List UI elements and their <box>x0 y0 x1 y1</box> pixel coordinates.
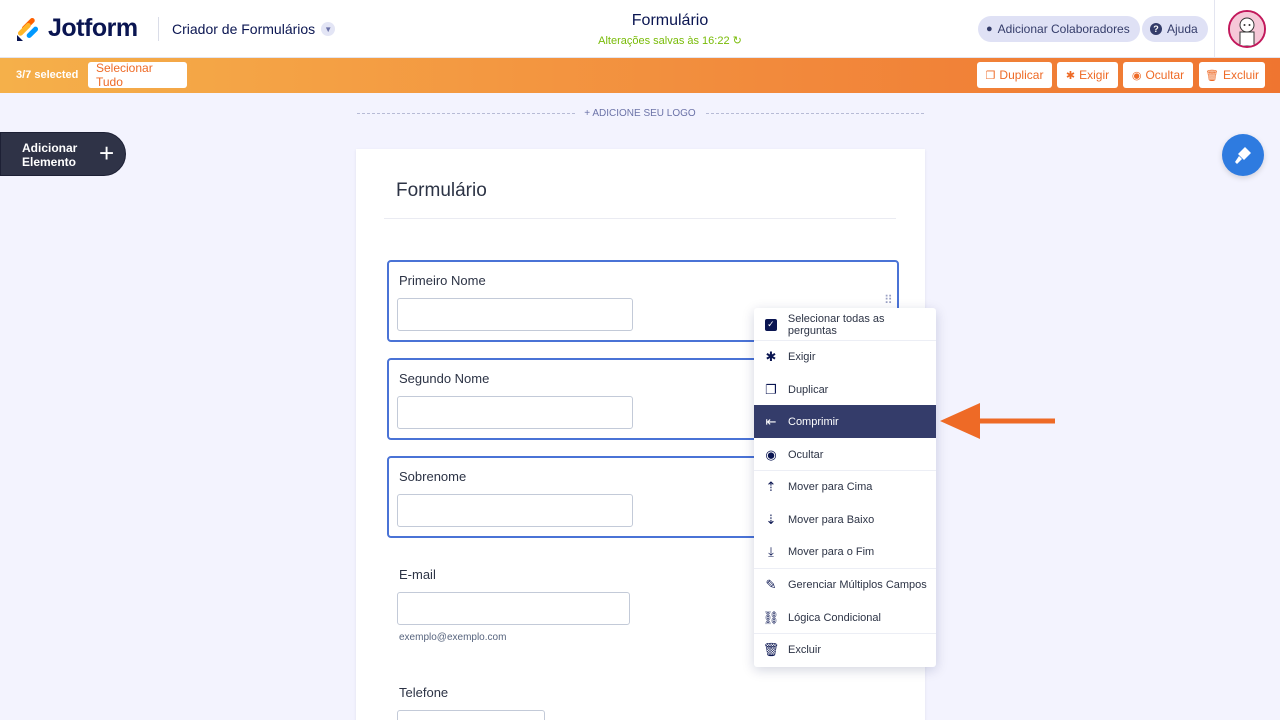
jotform-logo-icon <box>17 17 39 41</box>
saved-status-text: Alterações salvas às 16:22 <box>598 35 730 47</box>
add-element-button[interactable]: Adicionar Elemento + <box>0 132 126 176</box>
duplicate-button[interactable]: ❐ Duplicar <box>977 62 1052 88</box>
field-label[interactable]: E-mail <box>399 567 436 582</box>
history-icon[interactable]: ↻ <box>733 35 742 47</box>
logo-text: Jotform <box>48 14 138 42</box>
shrink-icon: ⇤ <box>765 413 777 429</box>
help-label: Ajuda <box>1167 22 1198 36</box>
text-input[interactable] <box>397 396 633 429</box>
help-button[interactable]: ? Ajuda <box>1142 16 1208 42</box>
selection-toolbar: 3/7 selected Selecionar Tudo ❐ Duplicar … <box>0 58 1280 93</box>
field-label[interactable]: Sobrenome <box>399 469 466 484</box>
add-collaborators-label: Adicionar Colaboradores <box>997 22 1130 36</box>
menu-item-move-up[interactable]: ⇡ Mover para Cima <box>754 470 936 503</box>
delete-label: Excluir <box>1222 68 1259 82</box>
user-icon: ● <box>986 23 993 35</box>
menu-item-label: Lógica Condicional <box>788 611 881 624</box>
menu-item-duplicate[interactable]: ❐ Duplicar <box>754 373 936 406</box>
form-title[interactable]: Formulário <box>520 12 820 30</box>
add-element-line1: Adicionar <box>22 141 78 155</box>
menu-item-label: Gerenciar Múltiplos Campos <box>788 578 927 591</box>
builder-dropdown[interactable]: Criador de Formulários ▼ <box>172 21 336 37</box>
add-element-label: Adicionar Elemento <box>22 141 77 169</box>
menu-item-label: Mover para Baixo <box>788 513 875 526</box>
menu-item-conditional-logic[interactable]: ⛓ Lógica Condicional <box>754 601 936 634</box>
field-label[interactable]: Telefone <box>399 685 448 700</box>
text-input[interactable] <box>397 298 633 331</box>
chevron-down-icon: ▼ <box>321 22 336 36</box>
menu-item-shrink[interactable]: ⇤ Comprimir <box>754 405 936 438</box>
menu-item-label: Mover para Cima <box>788 480 873 493</box>
form-designer-button[interactable] <box>1222 134 1264 176</box>
require-button[interactable]: ✱ Exigir <box>1057 62 1118 88</box>
builder-label: Criador de Formulários <box>172 21 316 37</box>
menu-item-label: Ocultar <box>788 448 824 461</box>
text-input[interactable] <box>397 494 633 527</box>
avatar-area <box>1214 0 1280 58</box>
menu-item-label: Selecionar todas as perguntas <box>787 312 885 337</box>
move-up-icon: ⇡ <box>765 478 777 494</box>
menu-item-label: Excluir <box>788 643 822 656</box>
logo-line-right <box>706 113 924 114</box>
avatar-image-icon <box>1230 12 1264 46</box>
move-down-icon: ⇣ <box>765 511 777 527</box>
heading-divider <box>384 218 896 219</box>
eye-off-icon: ◉ <box>1131 69 1142 82</box>
annotation-arrow-icon <box>940 403 1055 439</box>
menu-item-move-down[interactable]: ⇣ Mover para Baixo <box>754 503 936 536</box>
menu-item-require[interactable]: ✱ Exigir <box>754 340 936 373</box>
delete-button[interactable]: 🗑 Excluir <box>1199 62 1265 88</box>
trash-icon: 🗑 <box>1205 69 1219 82</box>
asterisk-icon: ✱ <box>1065 69 1076 82</box>
move-end-icon: ⤓ <box>768 543 774 559</box>
jotform-logo[interactable]: Jotform <box>16 14 138 43</box>
logic-icon: ⛓ <box>762 609 780 625</box>
trash-icon: 🗑 <box>762 641 780 657</box>
select-all-button[interactable]: Selecionar Tudo <box>88 61 187 89</box>
field-telefone[interactable]: Telefone <box>387 672 899 720</box>
menu-item-delete[interactable]: 🗑 Excluir <box>754 633 936 666</box>
form-heading[interactable]: Formulário <box>396 180 487 202</box>
menu-item-hide[interactable]: ◉ Ocultar <box>754 438 936 471</box>
menu-item-manage-fields[interactable]: ✎ Gerenciar Múltiplos Campos <box>754 568 936 601</box>
menu-item-label: Comprimir <box>788 415 839 428</box>
add-element-line2: Elemento <box>22 155 77 169</box>
selection-count: 3/7 selected <box>16 69 79 81</box>
pencil-icon: ✎ <box>765 576 777 592</box>
help-icon: ? <box>1150 23 1162 35</box>
field-label[interactable]: Segundo Nome <box>399 371 489 386</box>
menu-item-label: Exigir <box>788 350 816 363</box>
eye-off-icon: ◉ <box>765 446 777 462</box>
checkbox-icon: ✓ <box>754 318 788 331</box>
drag-handle-icon[interactable]: ⠿ <box>884 294 894 306</box>
field-label[interactable]: Primeiro Nome <box>399 273 486 288</box>
header-divider <box>158 17 159 41</box>
duplicate-icon: ❐ <box>985 69 996 82</box>
hide-button[interactable]: ◉ Ocultar <box>1123 62 1193 88</box>
phone-input[interactable] <box>397 710 545 720</box>
duplicate-icon: ❐ <box>765 381 777 397</box>
menu-item-label: Duplicar <box>788 383 829 396</box>
duplicate-label: Duplicar <box>999 68 1044 82</box>
avatar[interactable] <box>1228 10 1266 48</box>
email-input[interactable] <box>397 592 630 625</box>
menu-item-select-all[interactable]: ✓ Selecionar todas as perguntas <box>754 308 936 341</box>
form-title-area: Formulário Alterações salvas às 16:22 ↻ <box>520 12 820 47</box>
plus-icon: + <box>99 138 115 168</box>
saved-status: Alterações salvas às 16:22 ↻ <box>520 34 820 47</box>
paint-roller-icon <box>1235 147 1251 164</box>
select-all-label: Selecionar Tudo <box>96 61 153 89</box>
field-sublabel[interactable]: exemplo@exemplo.com <box>399 632 506 643</box>
asterisk-icon: ✱ <box>765 348 777 364</box>
top-header: Jotform Criador de Formulários ▼ Formulá… <box>0 0 1280 58</box>
hide-label: Ocultar <box>1145 68 1185 82</box>
add-collaborators-button[interactable]: ● Adicionar Colaboradores <box>978 16 1140 42</box>
menu-item-label: Mover para o Fim <box>788 545 875 558</box>
require-label: Exigir <box>1079 68 1110 82</box>
menu-item-move-end[interactable]: ⤓ Mover para o Fim <box>754 535 936 568</box>
multi-select-context-menu: ✓ Selecionar todas as perguntas ✱ Exigir… <box>754 308 936 667</box>
